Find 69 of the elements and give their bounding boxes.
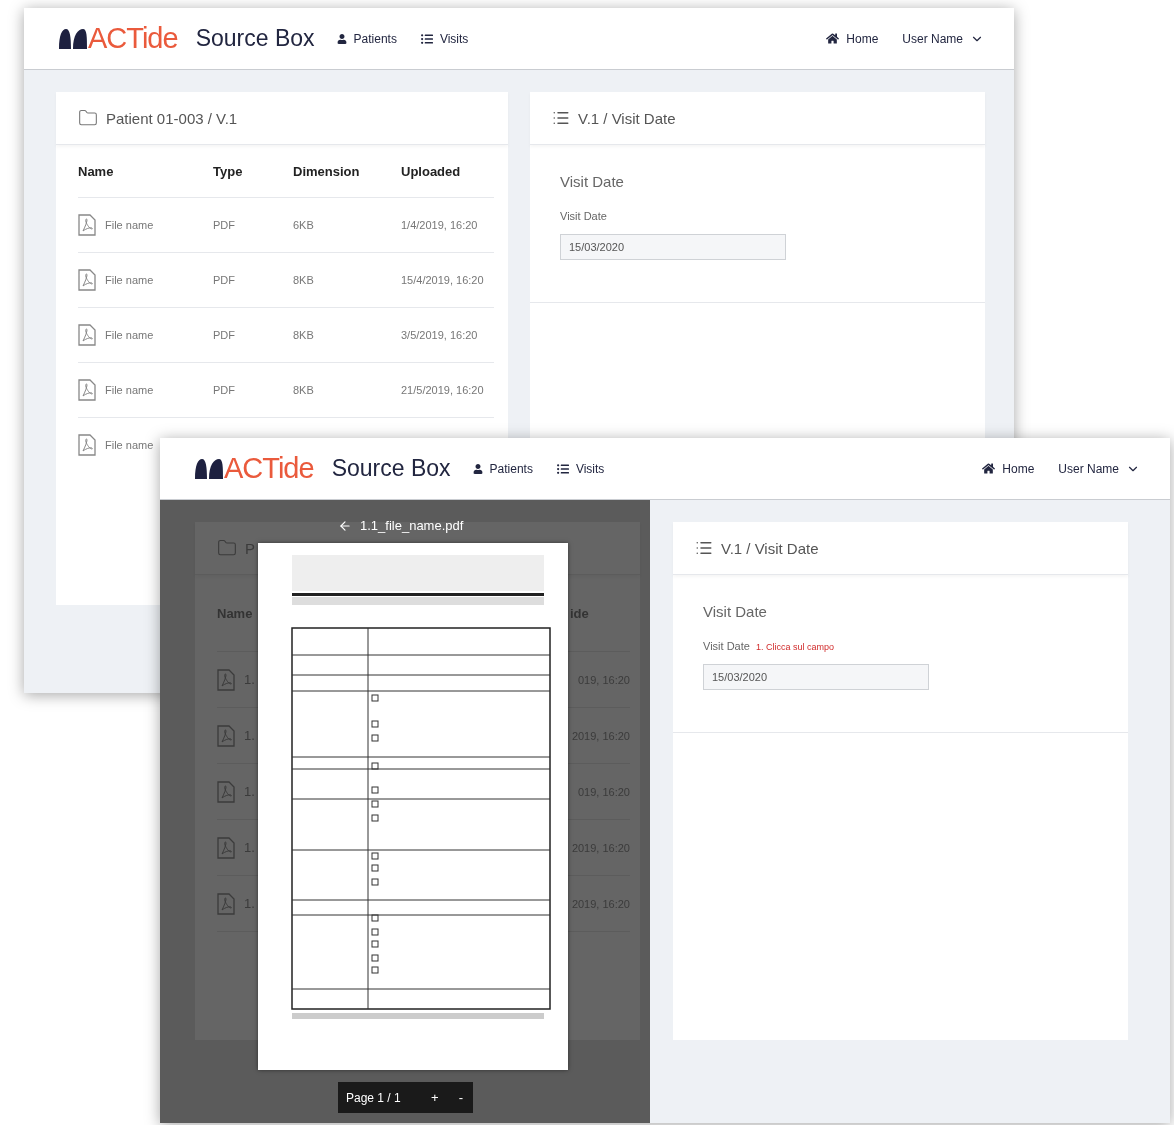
table-cell-text: PDF xyxy=(213,384,236,396)
pdf-file-icon xyxy=(217,668,235,691)
column-header: Dimension xyxy=(293,163,361,179)
user-menu[interactable]: User Name xyxy=(1058,461,1140,476)
table-cell-text: 8KB xyxy=(293,384,315,396)
folder-icon xyxy=(78,108,98,128)
pdf-file-icon xyxy=(217,836,235,859)
card-title: V.1 / Visit Date xyxy=(721,539,819,557)
folder-icon xyxy=(217,538,237,558)
file-name[interactable]: File name xyxy=(105,219,154,231)
field-label: Visit Date xyxy=(560,210,607,222)
zoom-out-button[interactable]: - xyxy=(456,1090,465,1105)
column-header: Name xyxy=(78,163,115,179)
table-cell-text: 8KB xyxy=(293,329,315,341)
app-title: Source Box xyxy=(195,25,315,52)
table-cell-text: PDF xyxy=(213,329,236,341)
table-cell-text: PDF xyxy=(213,274,236,286)
nav-link[interactable]: Visits xyxy=(556,461,605,476)
logo-text: ACTide xyxy=(88,22,178,55)
list-icon xyxy=(695,539,713,557)
field-label: Visit Date xyxy=(703,640,750,652)
nav-link[interactable]: Patients xyxy=(336,31,397,46)
list-icon xyxy=(556,462,569,475)
logo-icon xyxy=(58,26,88,51)
user-icon xyxy=(472,463,483,474)
pdf-file-icon xyxy=(217,724,235,747)
column-header: Type xyxy=(213,163,244,179)
home-link[interactable]: Home xyxy=(826,31,879,46)
table-cell-text: 1/4/2019, 16:20 xyxy=(401,219,479,231)
hint-text: 1. Clicca sul campo xyxy=(755,642,834,652)
user-icon xyxy=(336,33,347,44)
page-indicator: Page 1 / 1 xyxy=(346,1090,402,1105)
pdf-file-icon xyxy=(217,780,235,803)
pdf-file-icon xyxy=(78,269,96,291)
pdf-file-icon xyxy=(217,892,235,915)
table-cell-text: 15/4/2019, 16:20 xyxy=(401,274,485,286)
app-title: Source Box xyxy=(331,455,451,482)
file-name[interactable]: File name xyxy=(105,329,154,341)
card-title: V.1 / Visit Date xyxy=(578,109,676,127)
list-icon xyxy=(552,109,570,127)
nav-link[interactable]: Visits xyxy=(420,31,469,46)
home-icon xyxy=(826,32,840,45)
pdf-file-icon xyxy=(78,379,96,401)
pdf-file-icon xyxy=(78,324,96,346)
pdf-file-icon xyxy=(78,434,96,456)
file-name[interactable]: File name xyxy=(105,439,154,451)
home-icon xyxy=(982,462,996,475)
list-icon xyxy=(420,32,433,45)
section-title: Visit Date xyxy=(703,603,768,620)
nav-link[interactable]: Patients xyxy=(472,461,533,476)
column-header: Uploaded xyxy=(401,163,462,179)
user-menu[interactable]: User Name xyxy=(902,31,984,46)
card-title: Patient 01-003 / V.1 xyxy=(106,109,238,127)
zoom-in-button[interactable]: + xyxy=(429,1090,441,1105)
logo-text: ACTide xyxy=(224,452,314,485)
file-title: 1.1_file_name.pdf xyxy=(360,518,464,533)
table-cell-text: 6KB xyxy=(293,219,315,231)
logo-icon xyxy=(194,456,224,481)
date-field[interactable]: 15/03/2020 xyxy=(560,234,786,260)
table-cell-text: 21/5/2019, 16:20 xyxy=(401,384,485,396)
file-name[interactable]: File name xyxy=(105,384,154,396)
section-title: Visit Date xyxy=(560,173,625,190)
table-cell-text: 8KB xyxy=(293,274,315,286)
home-link[interactable]: Home xyxy=(982,461,1035,476)
file-name[interactable]: File name xyxy=(105,274,154,286)
date-field[interactable]: 15/03/2020 xyxy=(703,664,929,690)
table-cell-text: 3/5/2019, 16:20 xyxy=(401,329,479,341)
pdf-file-icon xyxy=(78,214,96,236)
table-cell-text: PDF xyxy=(213,219,236,231)
